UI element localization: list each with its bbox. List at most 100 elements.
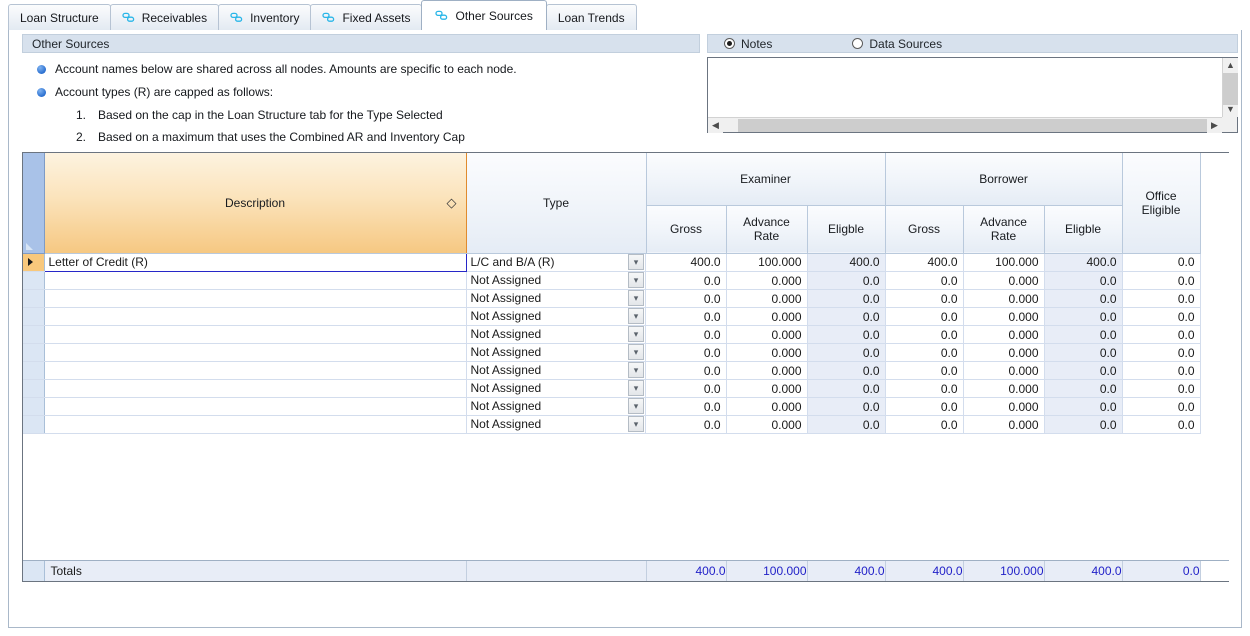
tab-inventory[interactable]: Inventory — [218, 4, 311, 30]
cell-borrower-gross[interactable]: 0.0 — [885, 344, 963, 362]
cell-office-eligible[interactable]: 0.0 — [1122, 344, 1200, 362]
notes-horizontal-scrollbar[interactable]: ◀ ▶ — [708, 117, 1222, 132]
cell-examiner-advance-rate[interactable]: 0.000 — [726, 308, 807, 326]
type-dropdown[interactable]: Not Assigned▾ — [467, 308, 647, 326]
column-header-office-eligible[interactable]: Office Eligible — [1122, 153, 1200, 253]
cell-description[interactable] — [44, 416, 466, 434]
cell-examiner-gross[interactable]: 0.0 — [646, 398, 726, 416]
cell-borrower-gross[interactable]: 0.0 — [885, 416, 963, 434]
column-header-description[interactable]: Description ◇ — [44, 153, 466, 253]
cell-borrower-advance-rate[interactable]: 0.000 — [963, 362, 1044, 380]
cell-borrower-gross[interactable]: 400.0 — [885, 253, 963, 272]
cell-borrower-gross[interactable]: 0.0 — [885, 398, 963, 416]
cell-borrower-advance-rate[interactable]: 0.000 — [963, 398, 1044, 416]
cell-examiner-eligble[interactable]: 0.0 — [807, 290, 885, 308]
table-row[interactable]: Not Assigned▾0.00.0000.00.00.0000.00.0 — [23, 380, 1200, 398]
column-header-borrower-advance-rate[interactable]: Advance Rate — [963, 205, 1044, 253]
tab-other-sources[interactable]: Other Sources — [421, 0, 546, 30]
cell-examiner-gross[interactable]: 0.0 — [646, 290, 726, 308]
row-header-indicator[interactable] — [23, 326, 44, 344]
cell-borrower-eligble[interactable]: 0.0 — [1044, 416, 1122, 434]
cell-examiner-advance-rate[interactable]: 0.000 — [726, 272, 807, 290]
cell-borrower-eligble[interactable]: 0.0 — [1044, 380, 1122, 398]
cell-borrower-gross[interactable]: 0.0 — [885, 290, 963, 308]
cell-office-eligible[interactable]: 0.0 — [1122, 253, 1200, 272]
type-dropdown[interactable]: Not Assigned▾ — [467, 398, 647, 416]
type-dropdown[interactable]: Not Assigned▾ — [467, 290, 647, 308]
cell-borrower-advance-rate[interactable]: 0.000 — [963, 272, 1044, 290]
scroll-left-icon[interactable]: ◀ — [708, 118, 723, 133]
cell-office-eligible[interactable]: 0.0 — [1122, 362, 1200, 380]
cell-borrower-advance-rate[interactable]: 0.000 — [963, 416, 1044, 434]
cell-examiner-eligble[interactable]: 0.0 — [807, 308, 885, 326]
cell-examiner-eligble[interactable]: 0.0 — [807, 380, 885, 398]
cell-borrower-eligble[interactable]: 400.0 — [1044, 253, 1122, 272]
tab-receivables[interactable]: Receivables — [110, 4, 219, 30]
cell-examiner-gross[interactable]: 0.0 — [646, 380, 726, 398]
cell-office-eligible[interactable]: 0.0 — [1122, 398, 1200, 416]
cell-type[interactable]: L/C and B/A (R)▾ — [466, 253, 646, 272]
cell-borrower-advance-rate[interactable]: 0.000 — [963, 290, 1044, 308]
type-dropdown[interactable]: Not Assigned▾ — [467, 416, 647, 434]
type-dropdown[interactable]: Not Assigned▾ — [467, 362, 647, 380]
cell-examiner-gross[interactable]: 0.0 — [646, 272, 726, 290]
scroll-right-icon[interactable]: ▶ — [1207, 118, 1222, 133]
column-header-examiner-eligble[interactable]: Eligble — [807, 205, 885, 253]
cell-description[interactable] — [44, 380, 466, 398]
cell-examiner-gross[interactable]: 0.0 — [646, 326, 726, 344]
column-header-borrower-eligble[interactable]: Eligble — [1044, 205, 1122, 253]
cell-examiner-eligble[interactable]: 0.0 — [807, 344, 885, 362]
cell-borrower-gross[interactable]: 0.0 — [885, 308, 963, 326]
cell-office-eligible[interactable]: 0.0 — [1122, 272, 1200, 290]
cell-description[interactable]: Letter of Credit (R) — [44, 253, 466, 272]
type-dropdown[interactable]: L/C and B/A (R)▾ — [467, 254, 647, 272]
row-header-indicator[interactable] — [23, 380, 44, 398]
notes-vertical-scrollbar[interactable]: ▲ ▼ — [1222, 58, 1237, 117]
cell-description[interactable] — [44, 362, 466, 380]
chevron-down-icon[interactable]: ▾ — [628, 362, 644, 378]
chevron-down-icon[interactable]: ▾ — [628, 290, 644, 306]
cell-type[interactable]: Not Assigned▾ — [466, 290, 646, 308]
table-row[interactable]: Not Assigned▾0.00.0000.00.00.0000.00.0 — [23, 362, 1200, 380]
cell-borrower-eligble[interactable]: 0.0 — [1044, 398, 1122, 416]
type-dropdown[interactable]: Not Assigned▾ — [467, 380, 647, 398]
cell-borrower-gross[interactable]: 0.0 — [885, 362, 963, 380]
cell-office-eligible[interactable]: 0.0 — [1122, 416, 1200, 434]
table-row[interactable]: Not Assigned▾0.00.0000.00.00.0000.00.0 — [23, 398, 1200, 416]
cell-borrower-eligble[interactable]: 0.0 — [1044, 344, 1122, 362]
table-row[interactable]: Not Assigned▾0.00.0000.00.00.0000.00.0 — [23, 308, 1200, 326]
cell-type[interactable]: Not Assigned▾ — [466, 308, 646, 326]
chevron-down-icon[interactable]: ▾ — [628, 398, 644, 414]
table-row[interactable]: Not Assigned▾0.00.0000.00.00.0000.00.0 — [23, 416, 1200, 434]
radio-button-icon[interactable] — [724, 38, 735, 49]
cell-examiner-eligble[interactable]: 0.0 — [807, 272, 885, 290]
cell-examiner-gross[interactable]: 0.0 — [646, 416, 726, 434]
radio-notes[interactable]: Notes — [724, 37, 772, 51]
cell-type[interactable]: Not Assigned▾ — [466, 272, 646, 290]
row-header-indicator[interactable] — [23, 398, 44, 416]
cell-examiner-eligble[interactable]: 400.0 — [807, 253, 885, 272]
cell-borrower-eligble[interactable]: 0.0 — [1044, 362, 1122, 380]
cell-borrower-eligble[interactable]: 0.0 — [1044, 290, 1122, 308]
radio-data-sources[interactable]: Data Sources — [852, 37, 942, 51]
cell-borrower-advance-rate[interactable]: 0.000 — [963, 380, 1044, 398]
cell-office-eligible[interactable]: 0.0 — [1122, 380, 1200, 398]
cell-examiner-eligble[interactable]: 0.0 — [807, 326, 885, 344]
cell-examiner-advance-rate[interactable]: 0.000 — [726, 362, 807, 380]
cell-examiner-advance-rate[interactable]: 0.000 — [726, 416, 807, 434]
cell-examiner-advance-rate[interactable]: 0.000 — [726, 398, 807, 416]
row-header-indicator[interactable] — [23, 416, 44, 434]
cell-description[interactable] — [44, 326, 466, 344]
column-group-header-borrower[interactable]: Borrower — [885, 153, 1122, 205]
cell-examiner-gross[interactable]: 0.0 — [646, 344, 726, 362]
cell-examiner-advance-rate[interactable]: 0.000 — [726, 380, 807, 398]
chevron-down-icon[interactable]: ▾ — [628, 308, 644, 324]
cell-examiner-gross[interactable]: 400.0 — [646, 253, 726, 272]
cell-office-eligible[interactable]: 0.0 — [1122, 326, 1200, 344]
cell-description[interactable] — [44, 272, 466, 290]
cell-borrower-eligble[interactable]: 0.0 — [1044, 272, 1122, 290]
column-header-examiner-advance-rate[interactable]: Advance Rate — [726, 205, 807, 253]
cell-examiner-advance-rate[interactable]: 0.000 — [726, 326, 807, 344]
tab-fixed-assets[interactable]: Fixed Assets — [310, 4, 422, 30]
table-row[interactable]: Not Assigned▾0.00.0000.00.00.0000.00.0 — [23, 326, 1200, 344]
